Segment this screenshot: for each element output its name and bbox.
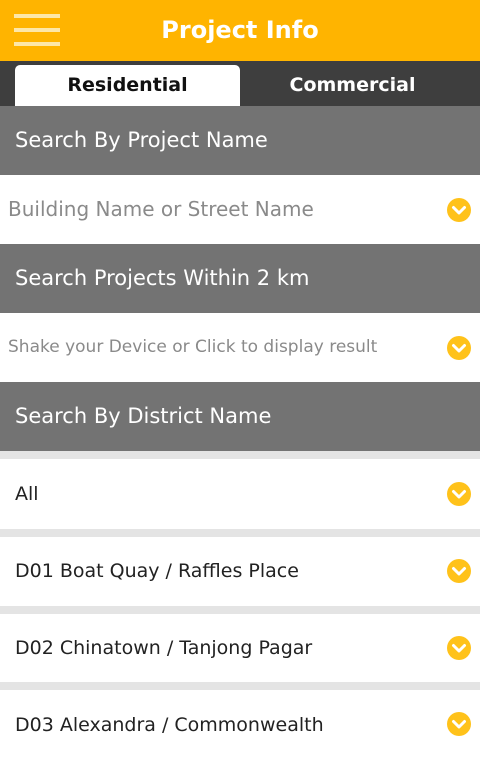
chevron-down-icon[interactable] xyxy=(446,711,472,737)
nearby-placeholder: Shake your Device or Click to display re… xyxy=(8,337,378,357)
chevron-down-icon[interactable] xyxy=(446,335,472,361)
divider xyxy=(0,682,480,690)
tab-residential[interactable]: Residential xyxy=(15,65,240,106)
section-header-district: Search By District Name xyxy=(0,382,480,451)
section-title: Search Projects Within 2 km xyxy=(15,266,310,290)
tab-commercial[interactable]: Commercial xyxy=(240,65,465,106)
divider xyxy=(0,451,480,459)
district-item-label: D01 Boat Quay / Raffles Place xyxy=(15,560,299,582)
project-name-placeholder: Building Name or Street Name xyxy=(8,197,314,221)
hamburger-menu-icon[interactable] xyxy=(14,14,60,46)
chevron-down-icon[interactable] xyxy=(446,558,472,584)
section-title: Search By District Name xyxy=(15,404,272,428)
divider xyxy=(0,529,480,537)
tab-bar: Residential Commercial xyxy=(0,61,480,106)
district-item-label: D03 Alexandra / Commonwealth xyxy=(15,714,324,736)
project-info-screen: Project Info Residential Commercial Sear… xyxy=(0,0,480,760)
chevron-down-icon[interactable] xyxy=(446,635,472,661)
chevron-down-icon[interactable] xyxy=(446,481,472,507)
district-item-all[interactable]: All xyxy=(0,459,480,529)
district-item-d01[interactable]: D01 Boat Quay / Raffles Place xyxy=(0,537,480,606)
district-item-label: D02 Chinatown / Tanjong Pagar xyxy=(15,637,313,659)
divider xyxy=(0,606,480,614)
nearby-search-field[interactable]: Shake your Device or Click to display re… xyxy=(0,313,480,382)
page-title: Project Info xyxy=(161,16,319,44)
district-item-d03[interactable]: D03 Alexandra / Commonwealth xyxy=(0,690,480,760)
section-header-nearby: Search Projects Within 2 km xyxy=(0,244,480,313)
chevron-down-icon[interactable] xyxy=(446,197,472,223)
district-item-label: All xyxy=(15,483,39,505)
section-header-project-name: Search By Project Name xyxy=(0,106,480,175)
app-header: Project Info xyxy=(0,0,480,61)
section-title: Search By Project Name xyxy=(15,128,268,152)
district-item-d02[interactable]: D02 Chinatown / Tanjong Pagar xyxy=(0,614,480,682)
project-name-search-field[interactable]: Building Name or Street Name xyxy=(0,175,480,244)
